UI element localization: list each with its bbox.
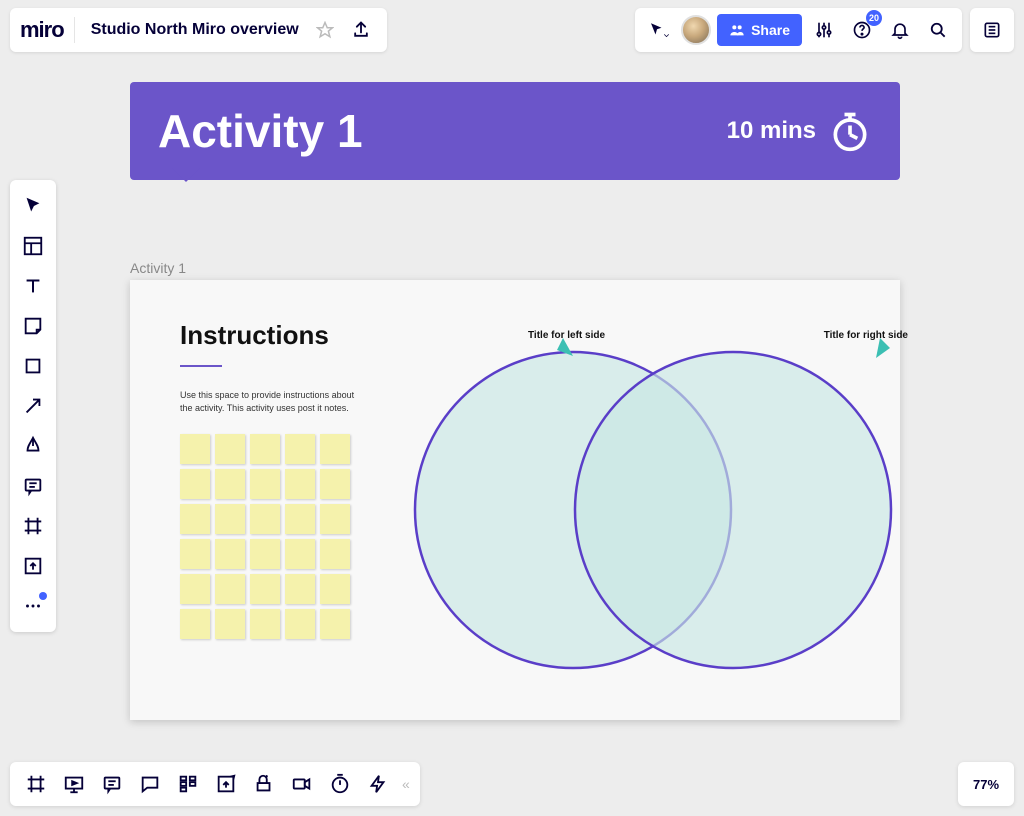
settings-sliders-icon[interactable] xyxy=(808,14,840,46)
instructions-body[interactable]: Use this space to provide instructions a… xyxy=(180,389,360,414)
stopwatch-icon xyxy=(828,109,872,153)
search-icon[interactable] xyxy=(922,14,954,46)
top-right-panel: Share 20 xyxy=(635,8,962,52)
help-icon[interactable]: 20 xyxy=(846,14,878,46)
sticky-note[interactable] xyxy=(250,434,280,464)
cursor-tracking-icon[interactable] xyxy=(643,14,675,46)
sticky-note[interactable] xyxy=(250,504,280,534)
sticky-note[interactable] xyxy=(285,504,315,534)
sticky-note[interactable] xyxy=(320,504,350,534)
collapse-toolbar-icon[interactable]: « xyxy=(398,776,412,792)
chat-icon[interactable] xyxy=(132,766,168,802)
sticky-note[interactable] xyxy=(215,574,245,604)
instructions-title[interactable]: Instructions xyxy=(180,320,400,351)
panel-layout-icon[interactable] xyxy=(970,8,1014,52)
instructions-underline xyxy=(180,365,222,367)
sticky-note[interactable] xyxy=(320,469,350,499)
share-people-icon xyxy=(729,22,745,38)
sticky-note[interactable] xyxy=(285,434,315,464)
timer-icon[interactable] xyxy=(322,766,358,802)
sticky-note[interactable] xyxy=(320,539,350,569)
sticky-note[interactable] xyxy=(285,469,315,499)
sticky-note[interactable] xyxy=(250,574,280,604)
user-avatar[interactable] xyxy=(681,15,711,45)
venn-left-label[interactable]: Title for left side xyxy=(528,330,605,341)
sticky-note[interactable] xyxy=(180,434,210,464)
sticky-note[interactable] xyxy=(320,609,350,639)
sticky-note[interactable] xyxy=(320,574,350,604)
voting-icon[interactable] xyxy=(246,766,282,802)
sticky-note[interactable] xyxy=(250,469,280,499)
sticky-note[interactable] xyxy=(215,504,245,534)
share-button[interactable]: Share xyxy=(717,14,802,46)
instructions-block: Instructions Use this space to provide i… xyxy=(180,320,400,414)
sticky-note[interactable] xyxy=(320,434,350,464)
zoom-indicator[interactable]: 77% xyxy=(958,762,1014,806)
sticky-note[interactable] xyxy=(180,469,210,499)
sticky-note[interactable] xyxy=(250,539,280,569)
notification-bell-icon[interactable] xyxy=(884,14,916,46)
miro-logo[interactable]: miro xyxy=(20,17,75,43)
presentation-icon[interactable] xyxy=(56,766,92,802)
help-badge: 20 xyxy=(866,10,882,26)
top-left-panel: miro Studio North Miro overview xyxy=(10,8,387,52)
sticky-note[interactable] xyxy=(285,539,315,569)
sticky-note[interactable] xyxy=(215,609,245,639)
sticky-note[interactable] xyxy=(180,539,210,569)
screen-share-icon[interactable] xyxy=(208,766,244,802)
activity-header-banner[interactable]: Activity 1 10 mins xyxy=(130,82,900,180)
sticky-note[interactable] xyxy=(285,574,315,604)
star-icon[interactable] xyxy=(309,14,341,46)
video-icon[interactable] xyxy=(284,766,320,802)
sticky-note[interactable] xyxy=(180,504,210,534)
zoom-level-label: 77% xyxy=(973,777,999,792)
venn-right-label[interactable]: Title for right side xyxy=(824,330,908,341)
sticky-note[interactable] xyxy=(215,434,245,464)
card-list-icon[interactable] xyxy=(170,766,206,802)
export-icon[interactable] xyxy=(345,14,377,46)
bottom-toolbar: « xyxy=(10,762,420,806)
sticky-note[interactable] xyxy=(215,539,245,569)
venn-diagram[interactable]: Title for left side Title for right side xyxy=(398,340,878,680)
sticky-note[interactable] xyxy=(250,609,280,639)
sticky-grid xyxy=(180,434,350,639)
frame-list-icon[interactable] xyxy=(18,766,54,802)
activity-frame[interactable]: Instructions Use this space to provide i… xyxy=(130,280,900,720)
activity-header-time: 10 mins xyxy=(727,117,816,145)
canvas[interactable]: Activity 1 10 mins Activity 1 Instructio… xyxy=(0,60,1024,816)
sticky-note[interactable] xyxy=(180,574,210,604)
board-title[interactable]: Studio North Miro overview xyxy=(85,21,305,39)
sticky-note[interactable] xyxy=(180,609,210,639)
share-button-label: Share xyxy=(751,22,790,38)
sticky-note[interactable] xyxy=(215,469,245,499)
activity-header-title: Activity 1 xyxy=(158,104,727,158)
sticky-note[interactable] xyxy=(285,609,315,639)
top-bar: miro Studio North Miro overview Share 20 xyxy=(10,8,1014,52)
comments-panel-icon[interactable] xyxy=(94,766,130,802)
activity-icon[interactable] xyxy=(360,766,396,802)
